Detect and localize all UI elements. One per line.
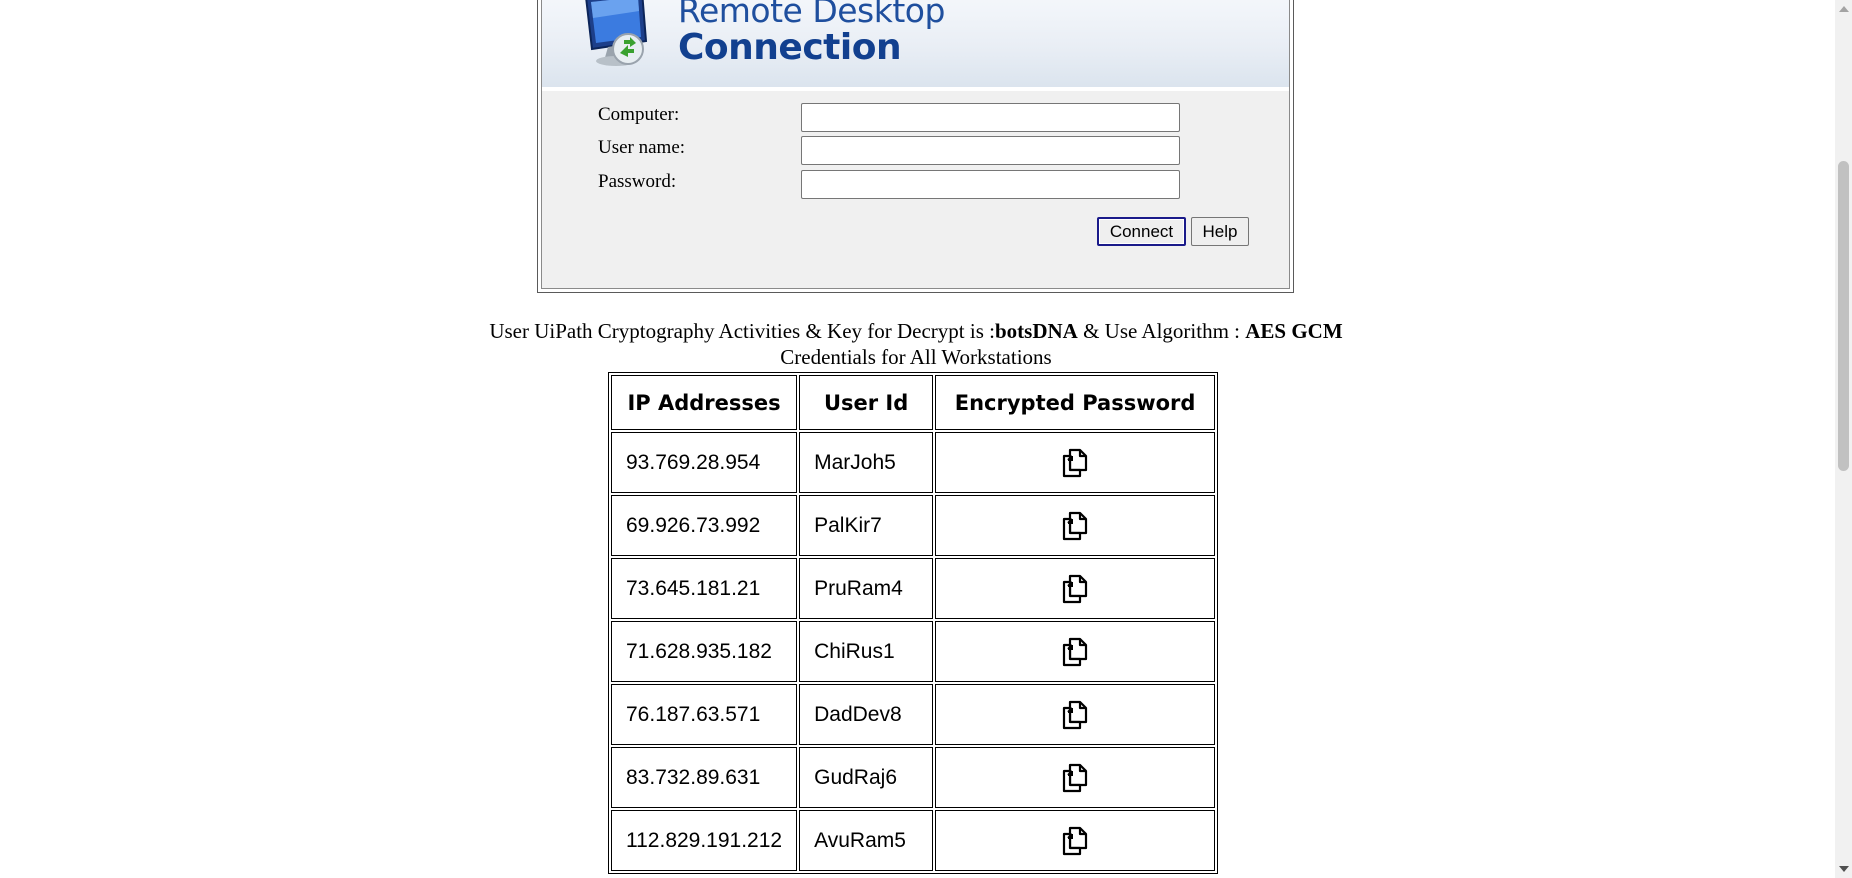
credentials-table-body: 93.769.28.954 MarJoh5 69.926.73.992 PalK…: [611, 432, 1216, 871]
page: Remote Desktop Connection Computer: User…: [0, 0, 1852, 878]
user-id-cell: MarJoh5: [799, 432, 934, 493]
ip-address-cell: 112.829.191.212: [611, 810, 798, 871]
header-user-id: User Id: [799, 375, 934, 430]
copy-icon[interactable]: [1058, 761, 1092, 795]
encrypted-password-cell: [935, 621, 1216, 682]
user-id-cell: ChiRus1: [799, 621, 934, 682]
decrypt-info-mid: & Use Algorithm :: [1077, 319, 1246, 343]
encrypted-password-cell: [935, 810, 1216, 871]
table-row: 93.769.28.954 MarJoh5: [611, 432, 1216, 493]
connect-button[interactable]: Connect: [1097, 217, 1186, 246]
user-id-cell: PalKir7: [799, 495, 934, 556]
table-row: 73.645.181.21 PruRam4: [611, 558, 1216, 619]
ip-address-cell: 76.187.63.571: [611, 684, 798, 745]
ip-address-cell: 93.769.28.954: [611, 432, 798, 493]
credentials-heading: Credentials for All Workstations: [780, 345, 1052, 369]
copy-icon[interactable]: [1058, 446, 1092, 480]
user-id-cell: DadDev8: [799, 684, 934, 745]
table-row: 76.187.63.571 DadDev8: [611, 684, 1216, 745]
table-row: 112.829.191.212 AvuRam5: [611, 810, 1216, 871]
password-label: Password:: [598, 171, 677, 192]
remote-desktop-monitor-icon: [585, 0, 648, 66]
copy-icon[interactable]: [1058, 509, 1092, 543]
decrypt-info-prefix: User UiPath Cryptography Activities & Ke…: [489, 319, 995, 343]
rdp-title-line-1: Remote Desktop: [678, 0, 945, 30]
algorithm-name: AES GCM: [1245, 319, 1343, 343]
copy-icon[interactable]: [1058, 635, 1092, 669]
decrypt-key: botsDNA: [994, 319, 1078, 343]
encrypted-password-cell: [935, 432, 1216, 493]
encrypted-password-cell: [935, 684, 1216, 745]
computer-label: Computer:: [598, 104, 680, 125]
user-id-cell: PruRam4: [799, 558, 934, 619]
copy-icon[interactable]: [1058, 572, 1092, 606]
table-row: 71.628.935.182 ChiRus1: [611, 621, 1216, 682]
table-header-row: IP Addresses User Id Encrypted Password: [611, 375, 1216, 430]
rdp-banner: Remote Desktop Connection: [542, 0, 1289, 91]
ip-address-cell: 83.732.89.631: [611, 747, 798, 808]
encrypted-password-cell: [935, 747, 1216, 808]
computer-input[interactable]: [801, 103, 1180, 132]
credentials-table: IP Addresses User Id Encrypted Password …: [608, 372, 1219, 874]
username-label: User name:: [598, 137, 686, 158]
decrypt-key-info: User UiPath Cryptography Activities & Ke…: [0, 319, 1832, 344]
copy-icon[interactable]: [1058, 824, 1092, 858]
table-row: 69.926.73.992 PalKir7: [611, 495, 1216, 556]
help-button[interactable]: Help: [1191, 217, 1249, 246]
rdp-title-line-2: Connection: [678, 27, 902, 68]
ip-address-cell: 69.926.73.992: [611, 495, 798, 556]
username-input[interactable]: [801, 136, 1180, 165]
vertical-scrollbar[interactable]: [1835, 0, 1852, 878]
user-id-cell: AvuRam5: [799, 810, 934, 871]
remote-desktop-panel: Remote Desktop Connection Computer: User…: [537, 0, 1294, 293]
header-ip-addresses: IP Addresses: [611, 375, 798, 430]
scroll-down-arrow-icon[interactable]: [1839, 866, 1849, 872]
remote-desktop-inner: Remote Desktop Connection Computer: User…: [541, 0, 1290, 289]
user-id-cell: GudRaj6: [799, 747, 934, 808]
encrypted-password-cell: [935, 558, 1216, 619]
ip-address-cell: 73.645.181.21: [611, 558, 798, 619]
header-encrypted-password: Encrypted Password: [935, 375, 1216, 430]
password-input[interactable]: [801, 170, 1180, 199]
copy-icon[interactable]: [1058, 698, 1092, 732]
scroll-up-arrow-icon[interactable]: [1839, 6, 1849, 12]
ip-address-cell: 71.628.935.182: [611, 621, 798, 682]
table-row: 83.732.89.631 GudRaj6: [611, 747, 1216, 808]
rdp-login-form: Computer: User name: Password: Connect H…: [542, 91, 1289, 288]
encrypted-password-cell: [935, 495, 1216, 556]
scroll-thumb[interactable]: [1838, 161, 1849, 471]
